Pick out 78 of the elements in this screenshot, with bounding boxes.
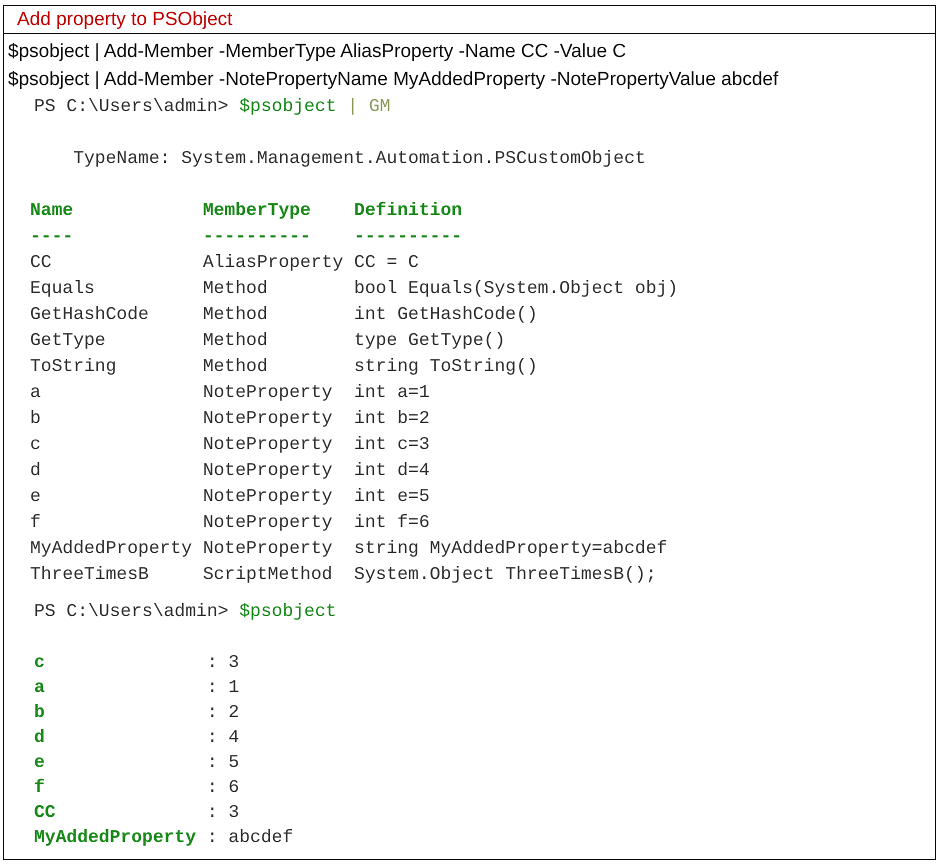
colon-separator: : [206, 802, 218, 825]
property-value: 6 [228, 777, 240, 800]
table-cell-text: NoteProperty [202, 538, 332, 561]
table-cell-text: int b=2 [354, 408, 430, 431]
property-name: a [34, 677, 45, 700]
property-value: 3 [228, 802, 240, 825]
table-cell-text: NoteProperty [202, 512, 332, 535]
colon-separator: : [206, 677, 218, 700]
header-underline: ---------- [202, 226, 311, 249]
command-line: $psobject | Add-Member -NotePropertyName MyAddedProperty -NotePropertyValue abcdef [8, 68, 780, 92]
table-cell-text: f [30, 512, 41, 535]
table-cell-text: GetType [30, 330, 106, 353]
table-cell-text: b [30, 408, 41, 431]
table-cell-text: Method [202, 278, 268, 301]
table-cell-text: Method [202, 304, 268, 327]
table-cell-text: string MyAddedProperty=abcdef [354, 538, 668, 561]
property-name: c [34, 652, 45, 675]
property-name: CC [34, 802, 56, 825]
column-header: MemberType [202, 200, 311, 223]
table-cell-text: int c=3 [354, 434, 430, 457]
type-name: TypeName: System.Management.Automation.PSCustomObject [72, 148, 646, 171]
column-header: Name [30, 200, 74, 223]
table-cell-text: AliasProperty [202, 252, 344, 275]
header-underline: ---- [30, 226, 74, 249]
header-underline: ---------- [354, 226, 462, 249]
property-name: MyAddedProperty [34, 827, 196, 850]
property-value: 4 [228, 727, 240, 750]
colon-separator: : [206, 777, 218, 800]
variable-text: $psobject [239, 602, 336, 622]
property-name: d [34, 727, 45, 750]
property-value: 2 [228, 702, 240, 725]
table-cell-text: a [30, 382, 41, 405]
table-cell-text: CC = C [354, 252, 419, 275]
colon-separator: : [206, 652, 218, 675]
table-cell-text: e [30, 486, 41, 509]
table-cell-text: Equals [30, 278, 95, 301]
property-value: 5 [228, 752, 240, 775]
variable-text: $psobject [239, 97, 336, 117]
table-cell-text: NoteProperty [202, 460, 332, 483]
table-cell-text: type GetType() [354, 330, 506, 353]
pipe-command: | GM [347, 97, 390, 117]
table-cell-text: ToString [30, 356, 116, 379]
colon-separator: : [206, 752, 218, 775]
table-cell-text: int GetHashCode() [354, 304, 538, 327]
property-value: abcdef [228, 827, 294, 850]
table-cell-text: int a=1 [354, 382, 430, 405]
table-cell-text: GetHashCode [30, 304, 149, 327]
prompt-text: PS C:\Users\admin> [34, 602, 228, 622]
table-cell-text: Method [202, 330, 268, 353]
table-cell-text: c [30, 434, 41, 457]
property-value: 1 [228, 677, 240, 700]
table-cell-text: ThreeTimesB [30, 564, 149, 587]
command-line: $psobject | Add-Member -MemberType AliasProperty -Name CC -Value C [8, 40, 628, 64]
colon-separator: : [206, 827, 218, 850]
column-header: Definition [354, 200, 462, 223]
table-cell-text: CC [30, 252, 52, 275]
document-title: Add property to PSObject [4, 6, 935, 34]
table-cell-text: bool Equals(System.Object obj) [354, 278, 678, 301]
table-cell-text: ScriptMethod [202, 564, 332, 587]
property-value: 3 [228, 652, 240, 675]
table-cell-text: d [30, 460, 41, 483]
table-cell-text: NoteProperty [202, 408, 332, 431]
table-cell-text: int e=5 [354, 486, 430, 509]
table-cell-text: NoteProperty [202, 486, 332, 509]
colon-separator: : [206, 727, 218, 750]
table-cell-text: NoteProperty [202, 434, 332, 457]
table-cell-text: int d=4 [354, 460, 430, 483]
table-cell-text: int f=6 [354, 512, 430, 535]
table-cell-text: string ToString() [354, 356, 538, 379]
property-name: e [34, 752, 45, 775]
table-cell-text: MyAddedProperty [30, 538, 192, 561]
table-cell-text: NoteProperty [202, 382, 332, 405]
table-cell-text: Method [202, 356, 268, 379]
property-name: f [34, 777, 45, 800]
colon-separator: : [206, 702, 218, 725]
table-cell-text: System.Object ThreeTimesB(); [354, 564, 656, 587]
property-name: b [34, 702, 45, 725]
prompt-text: PS C:\Users\admin> [34, 97, 228, 117]
